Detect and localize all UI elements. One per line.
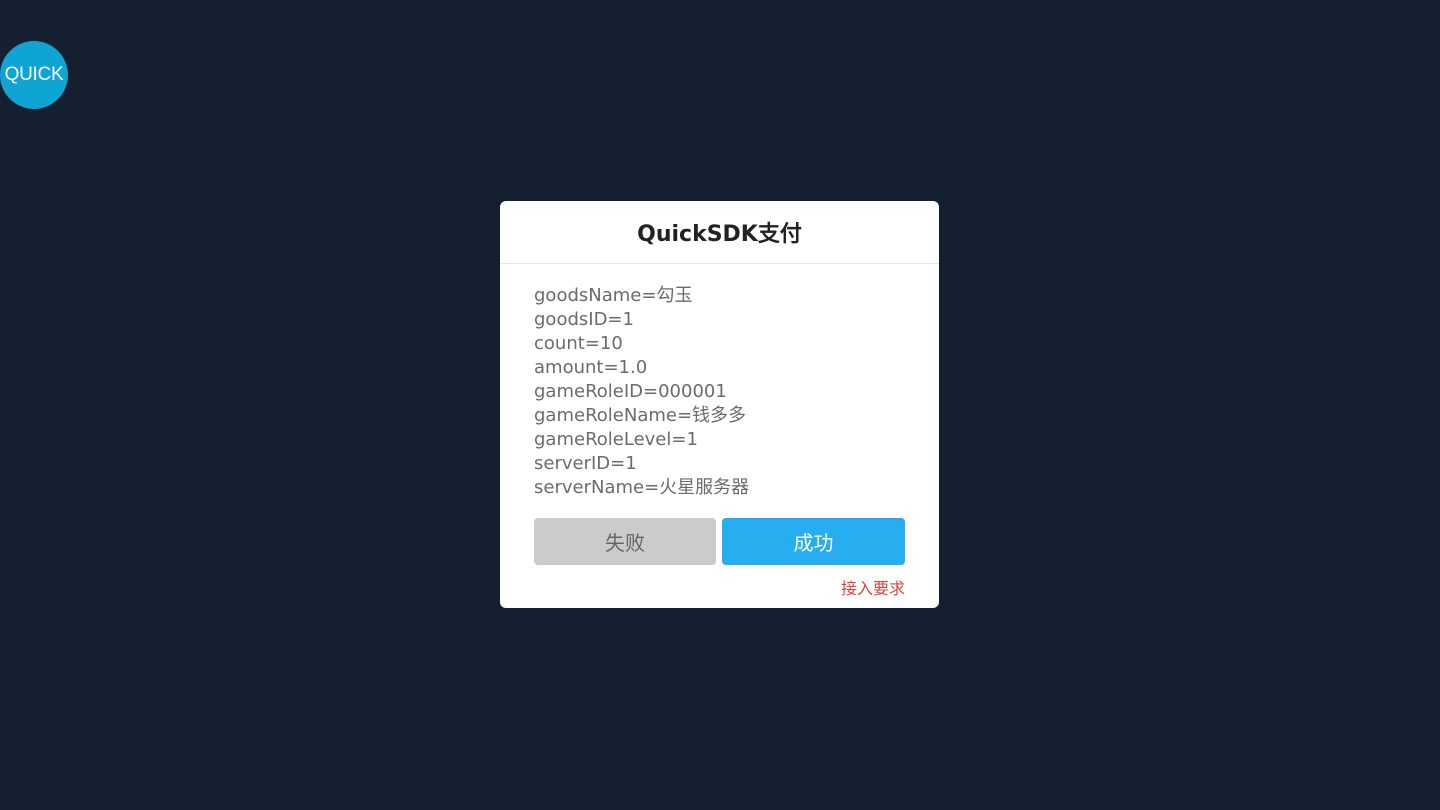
info-game-role-id: gameRoleID=000001 xyxy=(534,381,727,402)
info-goods-id: goodsID=1 xyxy=(534,309,634,330)
info-server-id: serverID=1 xyxy=(534,453,637,474)
dialog-header: QuickSDK支付 xyxy=(500,201,939,264)
fail-button[interactable]: 失败 xyxy=(534,518,716,565)
info-amount: amount=1.0 xyxy=(534,357,648,378)
button-row: 失败 成功 xyxy=(534,518,905,565)
info-goods-name: goodsName=勾玉 xyxy=(534,285,693,306)
link-row: 接入要求 xyxy=(534,575,905,599)
quick-float-button[interactable]: QUICK xyxy=(0,41,68,109)
info-server-name: serverName=火星服务器 xyxy=(534,477,750,498)
info-count: count=10 xyxy=(534,333,623,354)
info-game-role-level: gameRoleLevel=1 xyxy=(534,429,698,450)
dialog-title: QuickSDK支付 xyxy=(637,222,802,247)
game-screen: QUICK QuickSDK支付 goodsName=勾玉 goodsID=1 … xyxy=(0,0,1440,810)
requirements-link[interactable]: 接入要求 xyxy=(841,579,905,598)
quick-float-label: QUICK xyxy=(4,64,64,85)
dialog-body: goodsName=勾玉 goodsID=1 count=10 amount=1… xyxy=(500,264,939,599)
payment-dialog: QuickSDK支付 goodsName=勾玉 goodsID=1 count=… xyxy=(500,201,939,608)
success-button[interactable]: 成功 xyxy=(722,518,905,565)
info-game-role-name: gameRoleName=钱多多 xyxy=(534,405,747,426)
